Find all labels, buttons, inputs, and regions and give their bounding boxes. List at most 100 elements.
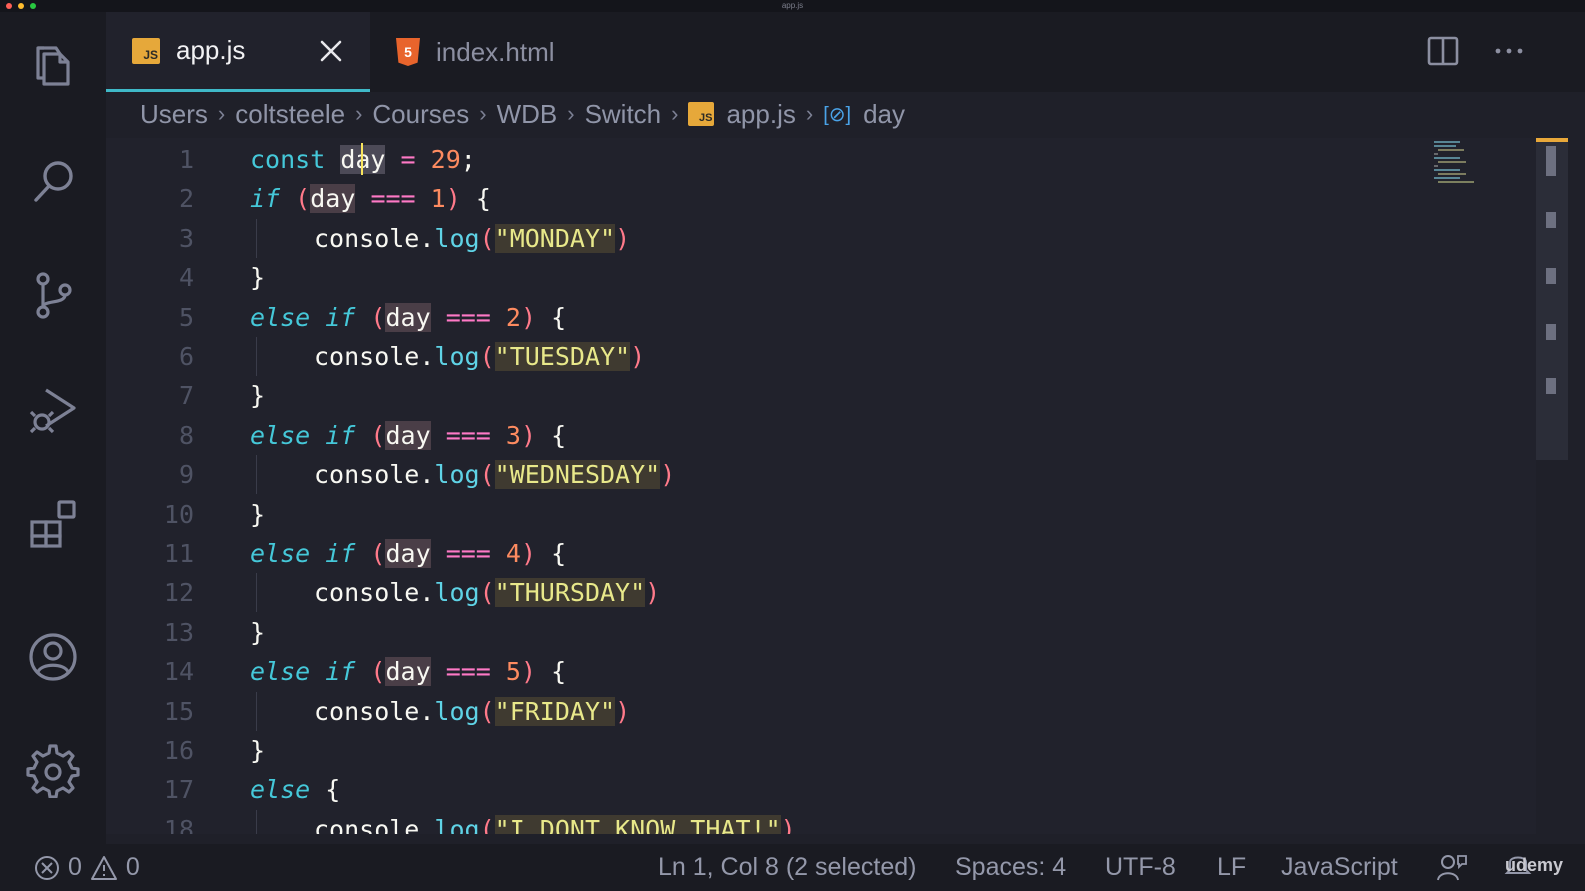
breadcrumb-item-courses[interactable]: Courses (372, 99, 469, 130)
code-text: console.log("THURSDAY") (314, 573, 660, 612)
feedback-icon[interactable] (1436, 852, 1468, 882)
code-token: "WEDNESDAY" (494, 460, 661, 490)
code-token: { (325, 775, 341, 805)
code-token: day (310, 184, 356, 214)
code-token: . (419, 578, 435, 608)
breadcrumb-item-wdb[interactable]: WDB (497, 99, 558, 130)
code-token: "I DONT KNOW THAT!" (494, 814, 781, 834)
code-token: { (551, 539, 567, 568)
code-token: console (314, 342, 420, 371)
breadcrumb-item-coltsteele[interactable]: coltsteele (235, 99, 345, 130)
code-line[interactable]: 8 else if (day === 3) { (106, 416, 1406, 455)
vertical-scrollbar[interactable] (1536, 138, 1568, 460)
code-token: 3 (505, 420, 521, 450)
code-token: console (314, 578, 420, 608)
chevron-right-icon: › (217, 101, 226, 126)
scroll-thumb[interactable] (1546, 146, 1556, 176)
account-icon[interactable] (22, 626, 84, 688)
code-line[interactable]: 4} (106, 258, 1406, 297)
code-line[interactable]: 13} (106, 613, 1406, 652)
language-mode[interactable]: JavaScript (1281, 853, 1398, 882)
breadcrumb: Users › coltsteele › Courses › WDB › Switch ›… (140, 96, 905, 132)
indentation-setting[interactable]: Spaces: 4 (955, 853, 1066, 882)
more-actions-icon[interactable] (1492, 34, 1526, 68)
code-token: ( (370, 657, 386, 687)
search-icon[interactable] (22, 150, 84, 212)
code-line[interactable]: 6 console.log("TUESDAY") (106, 337, 1406, 376)
files-icon[interactable] (22, 36, 84, 98)
indent-guide (256, 455, 257, 495)
warning-icon (90, 855, 117, 880)
gear-icon[interactable] (22, 740, 84, 802)
code-text: else if (day === 4) { (250, 534, 566, 573)
code-line[interactable]: 11 else if (day === 4) { (106, 534, 1406, 573)
problems-indicator[interactable]: 0 0 (34, 853, 140, 882)
line-number: 6 (178, 342, 194, 371)
line-number: 15 (163, 696, 194, 726)
code-line[interactable]: 3 console.log("MONDAY") (106, 219, 1406, 258)
udemy-watermark: udemy (1505, 855, 1564, 875)
code-line[interactable]: 15 console.log("FRIDAY") (106, 692, 1406, 731)
code-token: console (314, 696, 420, 726)
code-line[interactable]: 17 else { (106, 770, 1406, 809)
encoding-setting[interactable]: UTF-8 (1105, 853, 1176, 882)
code-token: } (250, 499, 266, 529)
code-text: } (250, 376, 265, 415)
code-text: else if (day === 5) { (250, 652, 566, 691)
code-line[interactable]: 2 if (day === 1) { (106, 179, 1406, 218)
code-text: if (day === 1) { (250, 179, 491, 218)
code-token: { (475, 184, 491, 214)
code-token: ( (479, 342, 495, 371)
code-token: === (445, 302, 491, 332)
code-line[interactable]: 14 else if (day === 5) { (106, 652, 1406, 691)
tab-index-html[interactable]: 5 index.html (370, 12, 670, 92)
code-editor[interactable]: 1const day = 29;2if (day === 1) {3consol… (106, 138, 1536, 834)
code-line[interactable]: 16} (106, 731, 1406, 770)
split-editor-icon[interactable] (1426, 34, 1460, 68)
code-token: ) (660, 460, 676, 490)
code-token: === (445, 539, 491, 568)
code-token: . (419, 814, 435, 834)
code-token: ) (615, 223, 631, 253)
code-line[interactable]: 18 console.log("I DONT KNOW THAT!") (106, 810, 1406, 834)
indent-guide (256, 809, 257, 834)
code-token: ( (479, 223, 495, 253)
line-number: 7 (178, 381, 194, 411)
code-line[interactable]: 10} (106, 495, 1406, 534)
minimap[interactable] (1430, 138, 1535, 198)
code-line[interactable]: 12 console.log("THURSDAY") (106, 573, 1406, 612)
code-token: } (250, 736, 266, 765)
breadcrumb-item-file[interactable]: app.js (726, 99, 795, 130)
line-number: 16 (163, 736, 194, 765)
chevron-right-icon: › (671, 101, 679, 126)
tab-app-js[interactable]: JS app.js (106, 12, 370, 92)
eol-setting[interactable]: LF (1217, 853, 1246, 882)
line-number: 10 (163, 499, 194, 529)
code-token: else (250, 775, 311, 805)
line-number: 17 (163, 775, 194, 805)
scroll-position-marker (1536, 138, 1568, 142)
breadcrumb-item-users[interactable]: Users (140, 99, 208, 130)
indent-guide (256, 337, 257, 376)
code-token: 29 (430, 145, 461, 174)
source-control-icon[interactable] (22, 264, 84, 326)
code-token: ( (370, 302, 386, 332)
code-token: { (551, 302, 567, 332)
cursor-position[interactable]: Ln 1, Col 8 (2 selected) (658, 853, 916, 882)
breadcrumb-item-symbol[interactable]: day (863, 99, 905, 130)
code-line[interactable]: 1const day = 29; (106, 140, 1406, 179)
code-token: { (551, 420, 567, 450)
breadcrumb-item-switch[interactable]: Switch (585, 99, 662, 130)
scroll-highlight-marker (1546, 212, 1556, 228)
extensions-icon[interactable] (22, 492, 84, 554)
run-debug-icon[interactable] (22, 378, 84, 440)
line-number: 14 (163, 657, 194, 687)
code-line[interactable]: 9 console.log("WEDNESDAY") (106, 455, 1406, 494)
code-text: else { (250, 770, 340, 809)
line-number: 12 (163, 578, 194, 608)
code-token: ) (630, 342, 646, 371)
code-token: else if (250, 539, 356, 568)
code-line[interactable]: 5 else if (day === 2) { (106, 298, 1406, 337)
code-line[interactable]: 7} (106, 376, 1406, 415)
close-icon[interactable] (316, 36, 346, 66)
